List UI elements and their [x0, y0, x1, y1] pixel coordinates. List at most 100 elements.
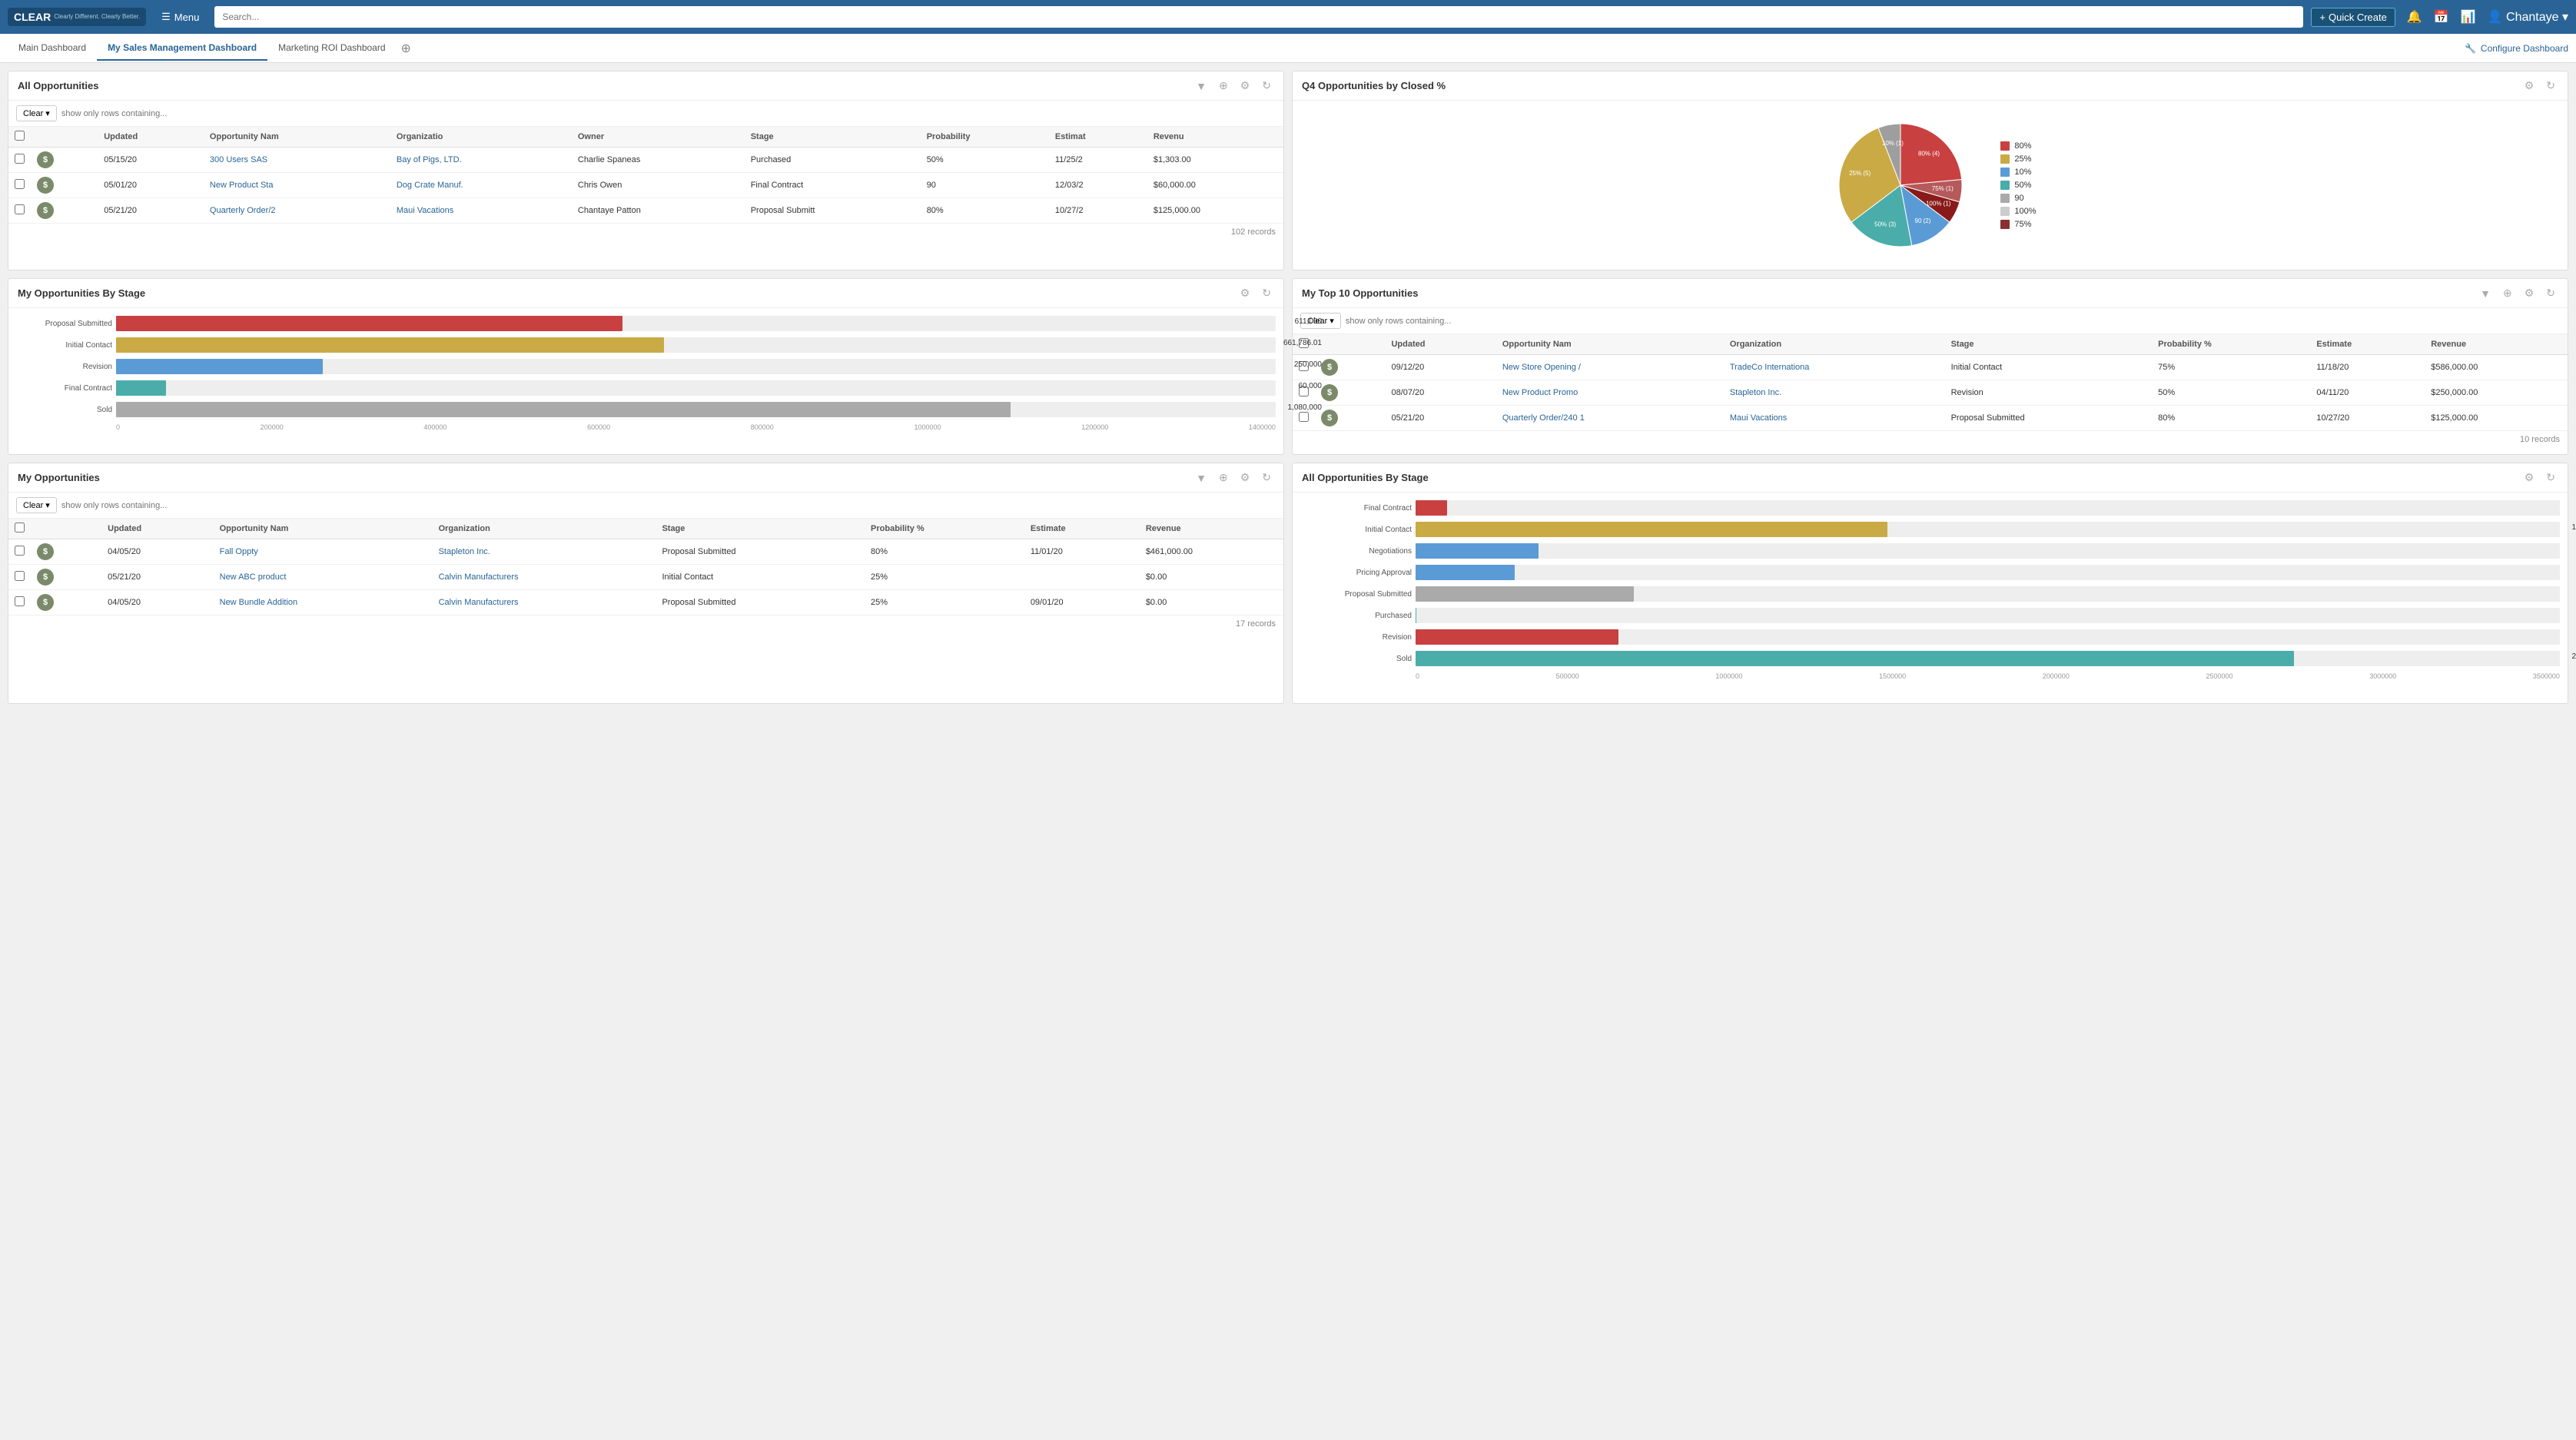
opp-link[interactable]: New Product Sta — [210, 181, 274, 190]
top10-th-revenue[interactable]: Revenue — [2425, 334, 2568, 355]
logo[interactable]: CLEAR Clearly Different. Clearly Better. — [8, 8, 146, 26]
calendar-icon[interactable]: 📅 — [2434, 9, 2449, 25]
opp-link[interactable]: Quarterly Order/2 — [210, 206, 276, 215]
my-opps-filter-input[interactable] — [61, 501, 1276, 510]
th-owner[interactable]: Owner — [572, 127, 745, 148]
add-icon-btn[interactable]: ⊕ — [1216, 78, 1231, 94]
top10-filter-input[interactable] — [1346, 317, 2560, 326]
my-opps-th-estimate[interactable]: Estimate — [1024, 519, 1140, 539]
tab-marketing-dashboard[interactable]: Marketing ROI Dashboard — [267, 36, 396, 61]
th-updated[interactable]: Updated — [98, 127, 204, 148]
bar-value: 1,443,501 — [2572, 523, 2576, 532]
org-link[interactable]: Stapleton Inc. — [439, 547, 490, 556]
org-link[interactable]: Calvin Manufacturers — [439, 598, 519, 607]
cell-revenue: $1,303.00 — [1147, 148, 1283, 173]
tab-main-dashboard[interactable]: Main Dashboard — [8, 36, 97, 61]
top10-settings-btn[interactable]: ⚙ — [2521, 285, 2538, 301]
top10-th-probability[interactable]: Probability % — [2152, 334, 2310, 355]
top10-add-btn[interactable]: ⊕ — [2500, 285, 2515, 301]
my-opps-th-updated[interactable]: Updated — [101, 519, 213, 539]
bar-label: Initial Contact — [8, 341, 112, 350]
settings-icon-btn[interactable]: ⚙ — [1237, 78, 1253, 94]
my-opps-dropdown-icon: ▾ — [45, 500, 50, 510]
top10-refresh-btn[interactable]: ↻ — [2543, 285, 2558, 301]
q4-settings-btn[interactable]: ⚙ — [2521, 78, 2538, 94]
row-checkbox[interactable] — [1299, 412, 1309, 422]
q4-refresh-btn[interactable]: ↻ — [2543, 78, 2558, 94]
opp-link[interactable]: New ABC product — [220, 572, 287, 582]
org-link[interactable]: Dog Crate Manuf. — [397, 181, 463, 190]
bar-outer: 375,662 — [1416, 543, 2560, 559]
my-opps-th-stage[interactable]: Stage — [656, 519, 865, 539]
top10-title: My Top 10 Opportunities — [1302, 287, 2471, 299]
my-stage-settings-btn[interactable]: ⚙ — [1237, 285, 1253, 301]
my-opps-select-all[interactable] — [15, 523, 25, 533]
cell-opp-name: New Product Sta — [204, 173, 390, 198]
refresh-icon-btn[interactable]: ↻ — [1259, 78, 1274, 94]
my-stage-refresh-btn[interactable]: ↻ — [1259, 285, 1274, 301]
my-opps-filter-btn[interactable]: ▼ — [1193, 470, 1210, 486]
tab-sales-dashboard[interactable]: My Sales Management Dashboard — [97, 36, 267, 61]
cell-updated: 05/21/20 — [98, 198, 204, 224]
quick-create-button[interactable]: + Quick Create — [2311, 8, 2395, 27]
top10-th-stage[interactable]: Stage — [1945, 334, 2153, 355]
my-opps-th-probability[interactable]: Probability % — [865, 519, 1024, 539]
org-link[interactable]: TradeCo Internationa — [1730, 363, 1810, 372]
all-opportunities-panel: All Opportunities ▼ ⊕ ⚙ ↻ Clear ▾ Update… — [8, 71, 1284, 270]
opp-link[interactable]: 300 Users SAS — [210, 155, 267, 164]
my-opps-add-btn[interactable]: ⊕ — [1216, 469, 1231, 486]
opp-link[interactable]: New Product Promo — [1502, 388, 1578, 397]
opp-link[interactable]: Quarterly Order/240 1 — [1502, 413, 1585, 423]
row-checkbox[interactable] — [15, 154, 25, 164]
all-opps-clear-button[interactable]: Clear ▾ — [16, 105, 57, 121]
opp-link[interactable]: Fall Oppty — [220, 547, 258, 556]
bar-label: Final Contract — [1308, 504, 1412, 513]
my-opps-refresh-btn[interactable]: ↻ — [1259, 469, 1274, 486]
org-link[interactable]: Maui Vacations — [1730, 413, 1787, 423]
bar-value: 661,786.01 — [1283, 339, 1322, 347]
menu-button[interactable]: ☰ Menu — [154, 7, 207, 27]
th-revenue[interactable]: Revenu — [1147, 127, 1283, 148]
search-input[interactable] — [214, 6, 2303, 28]
top10-th-org[interactable]: Organization — [1724, 334, 1945, 355]
th-opp-name[interactable]: Opportunity Nam — [204, 127, 390, 148]
my-opps-th-opp-name[interactable]: Opportunity Nam — [214, 519, 433, 539]
th-estimate[interactable]: Estimat — [1049, 127, 1147, 148]
all-stage-settings-btn[interactable]: ⚙ — [2521, 469, 2538, 486]
th-org[interactable]: Organizatio — [390, 127, 572, 148]
top10-th-updated[interactable]: Updated — [1385, 334, 1495, 355]
top10-th-opp-name[interactable]: Opportunity Nam — [1496, 334, 1724, 355]
my-opps-th-org[interactable]: Organization — [433, 519, 656, 539]
all-opportunities-header: All Opportunities ▼ ⊕ ⚙ ↻ — [8, 71, 1283, 101]
th-probability[interactable]: Probability — [921, 127, 1049, 148]
row-checkbox[interactable] — [15, 596, 25, 606]
row-checkbox[interactable] — [15, 204, 25, 214]
opp-link[interactable]: New Store Opening / — [1502, 363, 1581, 372]
all-opps-filter-input[interactable] — [61, 109, 1276, 118]
all-opps-select-all[interactable] — [15, 131, 25, 141]
top10-filter-btn[interactable]: ▼ — [2477, 286, 2494, 301]
filter-icon-btn[interactable]: ▼ — [1193, 78, 1210, 94]
org-link[interactable]: Bay of Pigs, LTD. — [397, 155, 462, 164]
axis-label: 0 — [116, 423, 120, 431]
my-opps-clear-button[interactable]: Clear ▾ — [16, 497, 57, 513]
org-link[interactable]: Calvin Manufacturers — [439, 572, 519, 582]
org-link[interactable]: Maui Vacations — [397, 206, 453, 215]
th-stage[interactable]: Stage — [745, 127, 921, 148]
chart-icon[interactable]: 📊 — [2461, 9, 2476, 25]
notifications-icon[interactable]: 🔔 — [2407, 9, 2422, 25]
row-checkbox[interactable] — [15, 179, 25, 189]
my-opps-th-revenue[interactable]: Revenue — [1140, 519, 1283, 539]
user-menu[interactable]: 👤 Chantaye ▾ — [2488, 9, 2568, 25]
top10-th-estimate[interactable]: Estimate — [2310, 334, 2425, 355]
add-tab-button[interactable]: ⊕ — [397, 41, 416, 56]
org-link[interactable]: Stapleton Inc. — [1730, 388, 1781, 397]
opp-link[interactable]: New Bundle Addition — [220, 598, 298, 607]
row-checkbox[interactable] — [15, 571, 25, 581]
cell-revenue: $125,000.00 — [1147, 198, 1283, 224]
cell-stage: Proposal Submitted — [656, 590, 865, 615]
all-stage-refresh-btn[interactable]: ↻ — [2543, 469, 2558, 486]
row-checkbox[interactable] — [15, 546, 25, 556]
configure-dashboard[interactable]: 🔧 Configure Dashboard — [2465, 43, 2568, 54]
my-opps-settings-btn[interactable]: ⚙ — [1237, 469, 1253, 486]
